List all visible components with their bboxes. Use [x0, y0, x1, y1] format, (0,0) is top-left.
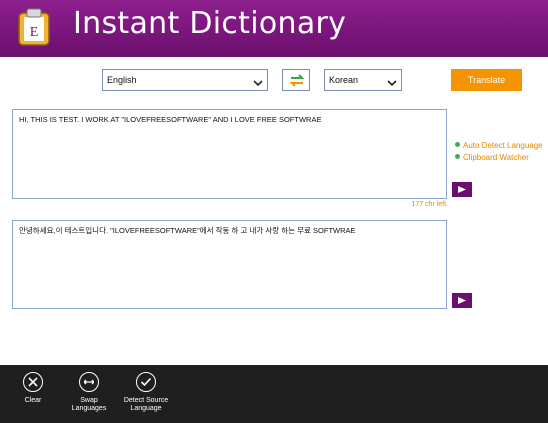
detect-label-line1: Detect Source	[123, 397, 169, 404]
source-language-select[interactable]: English	[102, 69, 268, 91]
chars-left-counter: 177 chr left.	[411, 201, 448, 208]
check-icon	[136, 372, 156, 392]
auto-detect-label: Auto Detect Language	[463, 141, 543, 150]
source-language-value: English	[107, 75, 137, 85]
close-icon	[23, 372, 43, 392]
logo-letter: E	[30, 25, 39, 40]
swap-icon	[79, 372, 99, 392]
chevron-down-icon	[387, 75, 397, 87]
speak-source-button[interactable]	[452, 182, 472, 197]
swap-languages-button[interactable]	[282, 69, 310, 91]
app-bar: Clear Swap Languages Detect Source Langu…	[0, 365, 548, 423]
status-dot-icon	[455, 154, 460, 159]
swap-label-line1: Swap	[80, 397, 98, 404]
detect-label-line2: Language	[130, 405, 162, 412]
source-text-input[interactable]: HI, THIS IS TEST. I WORK AT "ILOVEFREESO…	[12, 109, 447, 199]
swap-languages-appbar-button[interactable]: Swap Languages	[59, 372, 119, 413]
detect-source-language-button[interactable]: Detect Source Language	[116, 372, 176, 413]
swap-label-line2: Languages	[71, 405, 107, 412]
translated-text-output[interactable]: 안녕하세요,이 테스트입니다. "ILOVEFREESOFTWARE"에서 작동…	[12, 220, 447, 309]
target-language-select[interactable]: Korean	[324, 69, 402, 91]
auto-detect-language-toggle[interactable]: Auto Detect Language	[455, 141, 543, 151]
clear-button[interactable]: Clear	[3, 372, 63, 405]
play-icon	[458, 186, 466, 193]
play-icon	[458, 297, 466, 304]
clipboard-watcher-label: Clipboard Watcher	[463, 153, 529, 162]
speak-translation-button[interactable]	[452, 293, 472, 308]
app-title: Instant Dictionary	[73, 6, 347, 41]
swap-label: Swap Languages	[59, 397, 119, 413]
chevron-down-icon	[253, 75, 263, 87]
swap-arrows-icon	[289, 74, 305, 87]
status-dot-icon	[455, 142, 460, 147]
app-logo-icon: E	[16, 7, 52, 47]
target-language-value: Korean	[329, 75, 359, 85]
detect-label: Detect Source Language	[116, 397, 176, 413]
clear-label: Clear	[24, 397, 42, 404]
translate-button[interactable]: Translate	[451, 69, 522, 91]
clipboard-watcher-toggle[interactable]: Clipboard Watcher	[455, 153, 529, 163]
app-header: E Instant Dictionary	[0, 0, 548, 57]
